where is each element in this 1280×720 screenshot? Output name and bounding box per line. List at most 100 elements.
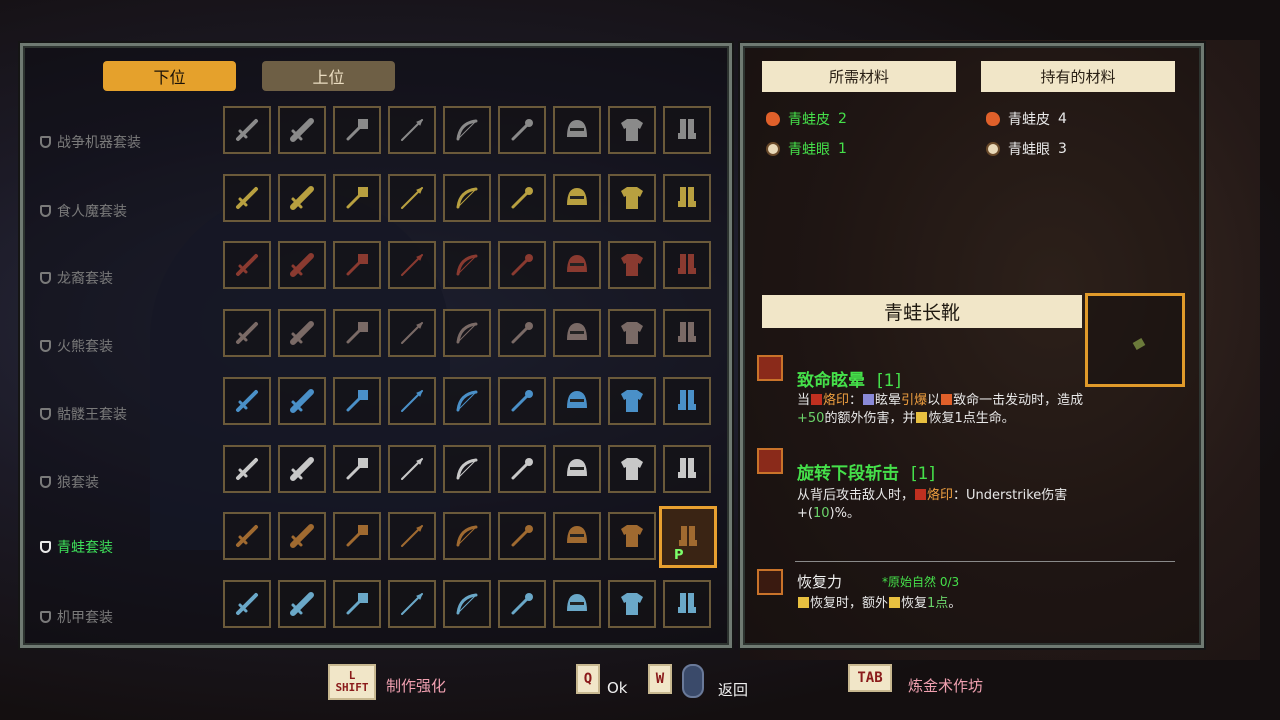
item-slot-armor[interactable] [608,106,656,154]
axe-icon [346,254,368,276]
item-slot-sword[interactable] [223,377,271,425]
bow-icon [456,187,478,209]
item-slot-axe[interactable] [333,580,381,628]
grid-row [223,445,711,493]
boots-icon [678,593,696,613]
item-slot-helmet[interactable] [553,106,601,154]
set-item[interactable]: 战争机器套装 [40,132,141,152]
item-slot-spear[interactable] [388,580,436,628]
item-slot-armor[interactable] [608,174,656,222]
item-slot-sword[interactable] [223,174,271,222]
set-item[interactable]: 机甲套装 [40,607,113,627]
item-slot-spear[interactable] [388,174,436,222]
item-slot-bow[interactable] [443,309,491,357]
item-slot-spear[interactable] [388,512,436,560]
item-slot-staff[interactable] [498,445,546,493]
item-slot-helmet[interactable] [553,309,601,357]
item-slot-armor[interactable] [608,580,656,628]
mouse-icon[interactable] [682,664,704,698]
item-slot-greatsword[interactable] [278,512,326,560]
set-item[interactable]: 狼套装 [40,472,99,492]
tab-key-icon[interactable]: TAB [848,664,892,692]
item-slot-staff[interactable] [498,174,546,222]
item-slot-spear[interactable] [388,377,436,425]
item-slot-boots[interactable] [663,241,711,289]
item-slot-axe[interactable] [333,445,381,493]
item-slot-bow[interactable] [443,106,491,154]
item-slot-boots[interactable] [663,106,711,154]
item-slot-axe[interactable] [333,512,381,560]
item-slot-staff[interactable] [498,512,546,560]
item-slot-sword[interactable] [223,580,271,628]
item-slot-bow[interactable] [443,174,491,222]
item-slot-boots[interactable] [663,377,711,425]
required-material-row: 青蛙皮 2 [766,109,847,129]
boots-icon [678,254,696,274]
item-slot-staff[interactable] [498,106,546,154]
item-slot-greatsword[interactable] [278,377,326,425]
item-preview-icon [1132,338,1146,350]
item-slot-boots[interactable] [663,445,711,493]
shield-icon [40,136,51,148]
item-slot-armor[interactable] [608,512,656,560]
lshift-key-icon[interactable]: L SHIFT [328,664,376,700]
staff-icon [511,322,533,344]
item-slot-greatsword[interactable] [278,309,326,357]
item-slot-helmet[interactable] [553,512,601,560]
item-slot-sword[interactable] [223,445,271,493]
item-slot-sword[interactable] [223,241,271,289]
item-slot-helmet[interactable] [553,377,601,425]
item-slot-helmet[interactable] [553,445,601,493]
item-slot-spear[interactable] [388,445,436,493]
item-slot-greatsword[interactable] [278,580,326,628]
item-slot-boots[interactable] [663,174,711,222]
item-slot-helmet[interactable] [553,580,601,628]
item-slot-spear[interactable] [388,106,436,154]
item-slot-axe[interactable] [333,309,381,357]
item-slot-armor[interactable] [608,445,656,493]
item-slot-boots[interactable] [663,580,711,628]
item-slot-sword[interactable] [223,106,271,154]
item-slot-armor[interactable] [608,241,656,289]
set-item[interactable]: 青蛙套装 [40,537,113,557]
item-slot-sword[interactable] [223,309,271,357]
set-item[interactable]: 骷髅王套装 [40,404,127,424]
item-slot-bow[interactable] [443,377,491,425]
w-key-icon[interactable]: W [648,664,672,694]
item-slot-boots[interactable] [663,309,711,357]
item-slot-spear[interactable] [388,309,436,357]
item-slot-spear[interactable] [388,241,436,289]
item-slot-axe[interactable] [333,241,381,289]
item-slot-staff[interactable] [498,241,546,289]
greatsword-icon [290,592,314,616]
item-slot-bow[interactable] [443,580,491,628]
item-slot-helmet[interactable] [553,241,601,289]
set-item[interactable]: 火熊套装 [40,336,113,356]
item-slot-greatsword[interactable] [278,174,326,222]
item-slot-helmet[interactable] [553,174,601,222]
item-slot-armor[interactable] [608,309,656,357]
item-slot-bow[interactable] [443,512,491,560]
set-item[interactable]: 食人魔套装 [40,201,127,221]
tab-lower[interactable]: 下位 [103,61,236,91]
item-slot-axe[interactable] [333,174,381,222]
item-slot-axe[interactable] [333,377,381,425]
item-slot-bow[interactable] [443,241,491,289]
material-name: 青蛙眼 [1008,142,1050,158]
item-slot-staff[interactable] [498,377,546,425]
item-slot-sword[interactable] [223,512,271,560]
tab-upper[interactable]: 上位 [262,61,395,91]
item-slot-staff[interactable] [498,580,546,628]
set-item[interactable]: 龙裔套装 [40,268,113,288]
armor-icon [621,390,643,412]
item-slot-boots[interactable]: P [659,506,717,568]
item-slot-greatsword[interactable] [278,106,326,154]
item-slot-greatsword[interactable] [278,445,326,493]
item-slot-greatsword[interactable] [278,241,326,289]
grid-row [223,377,711,425]
q-key-icon[interactable]: Q [576,664,600,694]
item-slot-bow[interactable] [443,445,491,493]
item-slot-axe[interactable] [333,106,381,154]
item-slot-staff[interactable] [498,309,546,357]
item-slot-armor[interactable] [608,377,656,425]
